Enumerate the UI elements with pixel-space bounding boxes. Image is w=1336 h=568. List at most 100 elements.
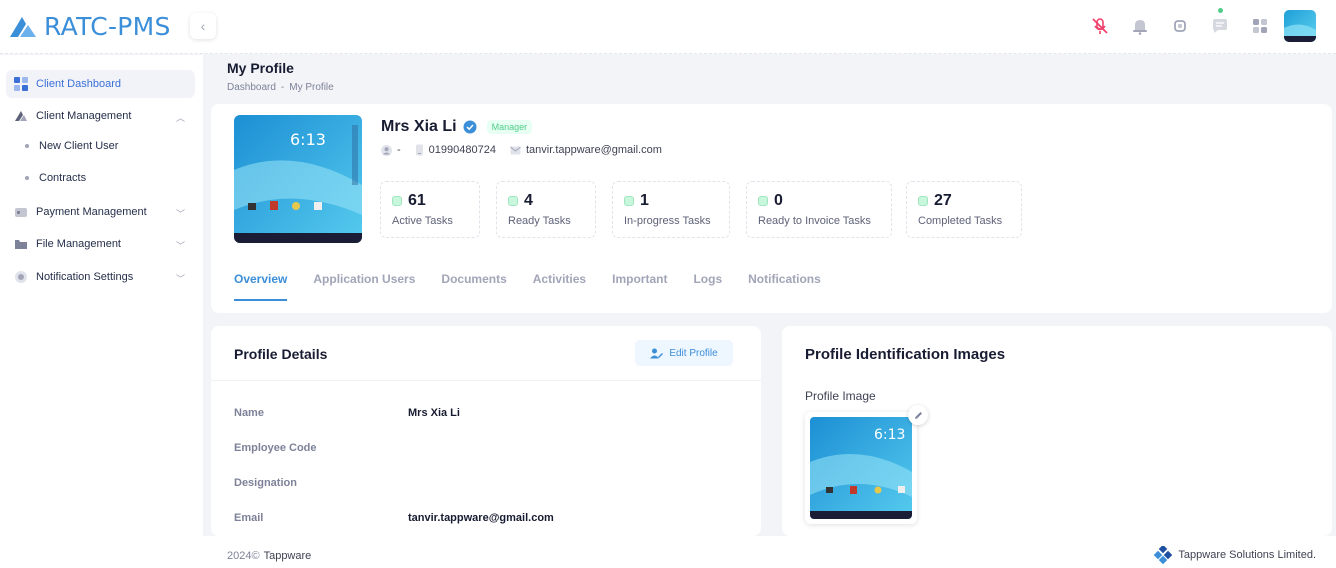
sidebar-item-notification-settings[interactable]: Notification Settings ﹀ [6,263,195,291]
stat-value: 0 [774,192,783,209]
tab-documents[interactable]: Documents [441,272,506,301]
phone-icon [415,144,423,156]
stat-label: Ready to Invoice Tasks [758,215,871,227]
logo-icon [10,16,36,37]
apps-menu-button[interactable] [1240,10,1280,42]
breadcrumb-current: My Profile [289,82,334,93]
username-item: - [381,144,401,156]
email-value: tanvir.tappware@gmail.com [525,144,662,156]
stat-ready-tasks[interactable]: 4 Ready Tasks [496,181,596,238]
stat-label: In-progress Tasks [624,215,711,227]
stat-value: 27 [934,192,952,209]
tab-logs[interactable]: Logs [693,272,722,301]
app-logo-text: RATC-PMS [44,12,171,41]
notifications-button[interactable] [1120,10,1160,42]
sidebar: Client Dashboard Client Management ︿ New… [0,55,203,568]
profile-image-label: Profile Image [805,389,876,403]
stat-indicator-icon [392,196,402,206]
sidebar-subitem-label: New Client User [39,140,119,152]
bell-icon [1133,20,1147,35]
identification-title: Profile Identification Images [805,346,1006,363]
sidebar-item-payment-management[interactable]: Payment Management ﹀ [6,198,195,226]
chevron-up-icon: ︿ [175,113,185,123]
role-badge: Manager [486,120,533,134]
footer-owner-link[interactable]: Tappware [264,550,312,562]
profile-image: 6:13 [810,417,912,519]
grid-icon [1253,19,1267,33]
profile-image-frame: 6:13 [805,412,917,524]
chat-button[interactable] [1200,8,1240,42]
user-avatar[interactable] [1284,10,1316,42]
sidebar-item-client-management[interactable]: Client Management ︿ [6,102,195,130]
square-icon [1174,20,1186,32]
tab-overview[interactable]: Overview [234,272,288,301]
stat-indicator-icon [624,196,634,206]
detail-label-name: Name [234,407,264,419]
stat-indicator-icon [918,196,928,206]
tablet-wallpaper-image: 6:13 [234,115,362,243]
stat-in-progress-tasks[interactable]: 1 In-progress Tasks [612,181,730,238]
dashboard-icon [14,77,28,91]
profile-details-title: Profile Details [234,346,328,362]
detail-label-email: Email [234,512,264,524]
sidebar-item-file-management[interactable]: File Management ﹀ [6,230,195,258]
mic-off-icon [1092,18,1108,34]
tab-application-users[interactable]: Application Users [313,272,415,301]
stat-label: Active Tasks [392,215,453,227]
sidebar-subitem-label: Contracts [39,172,87,184]
svg-text:6:13: 6:13 [874,427,905,443]
folder-icon [14,237,28,251]
message-icon [1213,19,1227,33]
detail-label-employee-code: Employee Code [234,442,317,454]
footer-company: Tappware Solutions Limited. [1154,546,1316,564]
email-item: tanvir.tappware@gmail.com [510,144,662,156]
detail-label-designation: Designation [234,477,297,489]
divider [211,380,761,381]
avatar-image [1284,10,1316,42]
username-value: - [397,144,401,156]
stat-value: 1 [640,192,649,209]
stat-completed-tasks[interactable]: 27 Completed Tasks [906,181,1022,238]
sidebar-item-client-dashboard[interactable]: Client Dashboard [6,70,195,98]
top-header: RATC-PMS ‹ [0,0,1336,54]
verified-badge-icon [463,120,477,134]
chevron-down-icon: ﹀ [175,274,185,284]
sidebar-subitem-new-client-user[interactable]: New Client User [25,140,118,152]
user-icon [381,144,392,156]
sidebar-item-label: Payment Management [36,206,147,218]
user-edit-icon [650,348,664,358]
settings-dot-icon [14,270,28,284]
app-logo[interactable]: RATC-PMS [8,12,171,41]
edit-profile-button[interactable]: Edit Profile [635,340,733,366]
profile-photo: 6:13 [234,115,362,243]
chevron-down-icon: ﹀ [175,241,185,251]
tab-activities[interactable]: Activities [533,272,586,301]
edit-image-button[interactable] [908,405,928,425]
bullet-icon [25,176,29,180]
profile-meta: - 01990480724 tanvir.tappware@gmail.com [381,144,662,156]
edit-profile-label: Edit Profile [669,347,718,359]
sidebar-subitem-contracts[interactable]: Contracts [25,172,86,184]
sidebar-collapse-button[interactable]: ‹ [190,13,216,39]
breadcrumb-separator: - [280,82,285,93]
stat-ready-to-invoice-tasks[interactable]: 0 Ready to Invoice Tasks [746,181,892,238]
footer-year: 2024© [227,550,260,562]
stat-indicator-icon [758,196,768,206]
stat-active-tasks[interactable]: 61 Active Tasks [380,181,480,238]
tablet-wallpaper-image: 6:13 [810,417,912,519]
stat-value: 4 [524,192,533,209]
mic-muted-button[interactable] [1080,10,1120,42]
tab-important[interactable]: Important [612,272,667,301]
footer: 2024© Tappware Tappware Solutions Limite… [203,536,1336,568]
breadcrumb: Dashboard - My Profile [227,82,334,93]
svg-text:6:13: 6:13 [290,130,326,149]
theme-toggle-button[interactable] [1160,10,1200,42]
profile-summary-card: 6:13 Mrs Xia Li Manager - 01990480724 ta… [211,104,1332,313]
stat-label: Completed Tasks [918,215,1003,227]
detail-value-email: tanvir.tappware@gmail.com [408,512,554,524]
company-logo-icon [1154,546,1173,564]
footer-company-name: Tappware Solutions Limited. [1178,549,1316,561]
profile-tabs: Overview Application Users Documents Act… [234,272,821,301]
tab-notifications[interactable]: Notifications [748,272,821,301]
breadcrumb-dashboard-link[interactable]: Dashboard [227,82,276,93]
